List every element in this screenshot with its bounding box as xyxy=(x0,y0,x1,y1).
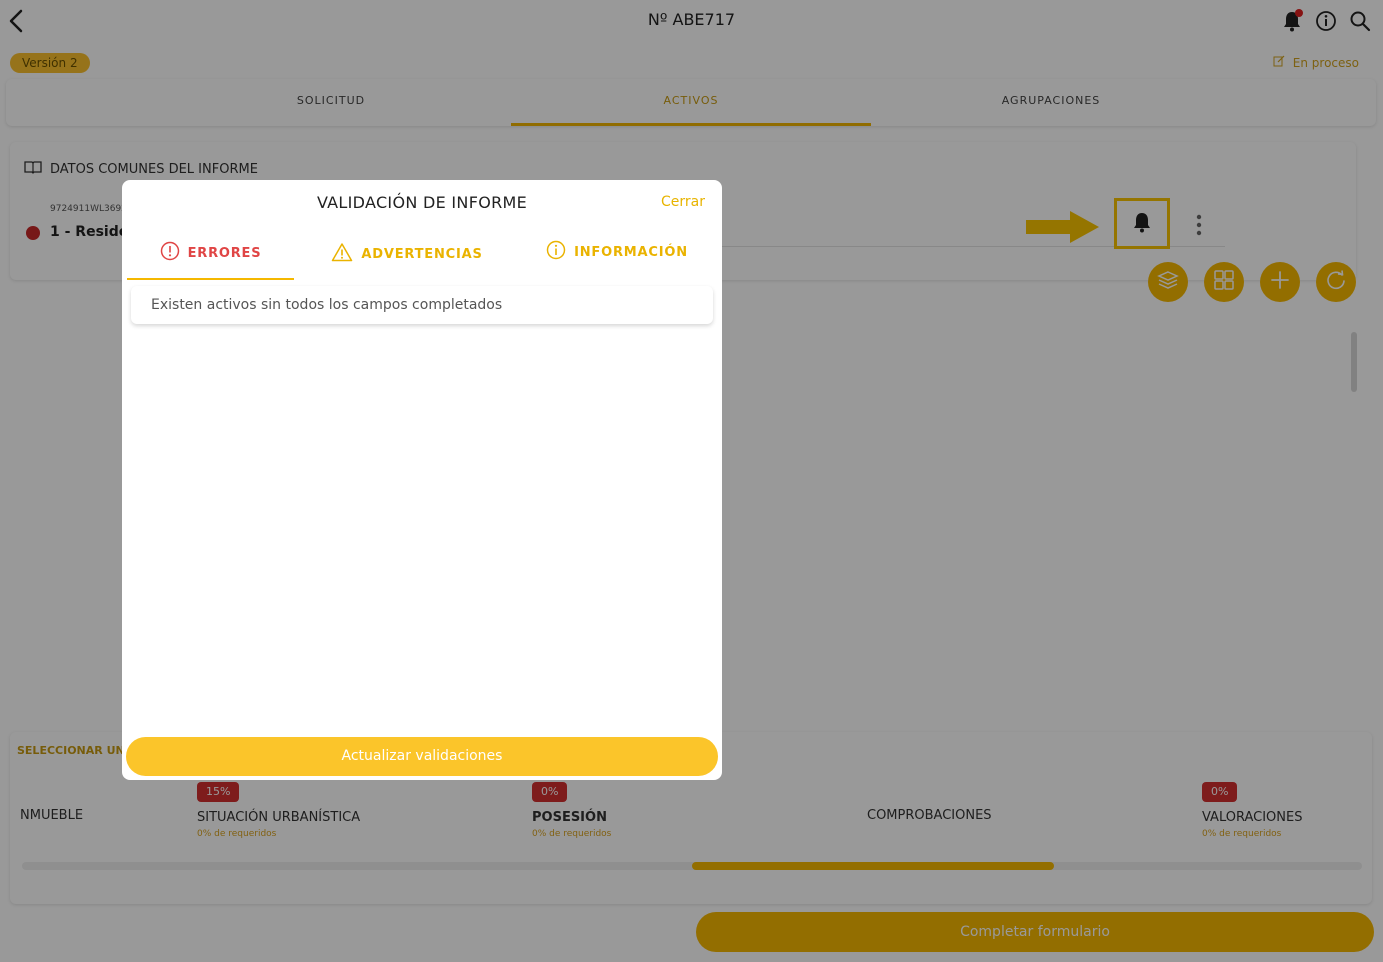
tab-errores[interactable]: ERRORES xyxy=(127,228,294,280)
modal-title: VALIDACIÓN DE INFORME xyxy=(316,193,528,212)
tab-advertencias[interactable]: ADVERTENCIAS xyxy=(307,228,507,280)
tab-informacion[interactable]: INFORMACIÓN xyxy=(522,226,712,278)
update-validations-button[interactable]: Actualizar validaciones xyxy=(126,737,718,776)
error-circle-icon xyxy=(160,241,180,265)
tab-label: ADVERTENCIAS xyxy=(361,246,483,262)
info-icon xyxy=(546,240,566,264)
warning-triangle-icon xyxy=(331,242,353,266)
tab-label: INFORMACIÓN xyxy=(574,244,688,260)
validation-modal: VALIDACIÓN DE INFORME Cerrar ERRORES ADV… xyxy=(122,180,722,780)
close-button[interactable]: Cerrar xyxy=(661,194,705,210)
validation-message[interactable]: Existen activos sin todos los campos com… xyxy=(131,286,713,324)
tab-label: ERRORES xyxy=(187,245,262,261)
